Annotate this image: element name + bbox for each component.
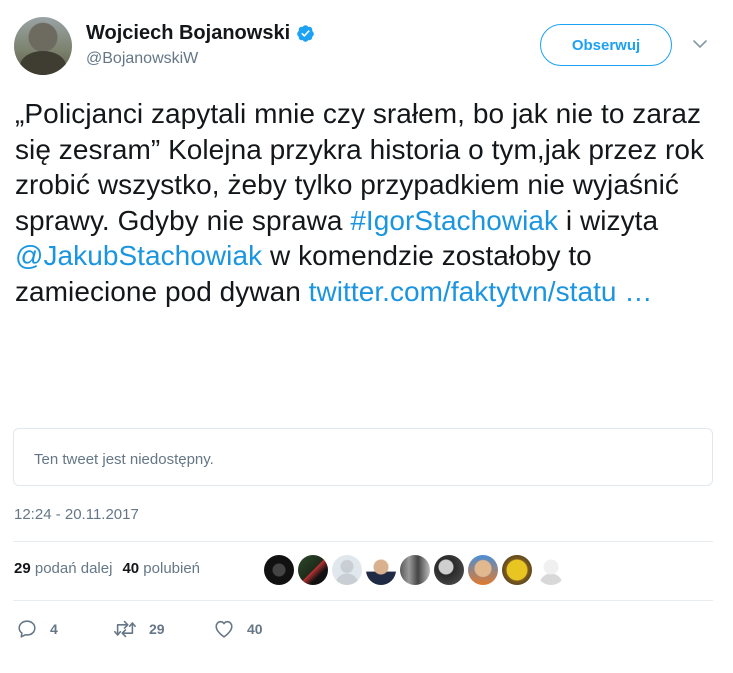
follow-button[interactable]: Obserwuj bbox=[540, 24, 672, 66]
chevron-down-icon[interactable] bbox=[692, 36, 708, 52]
likes-label: polubień bbox=[143, 560, 201, 577]
divider bbox=[13, 541, 713, 542]
url-link[interactable]: twitter.com/faktytvn/statu … bbox=[309, 276, 653, 307]
tweet-timestamp[interactable]: 12:24 - 20.11.2017 bbox=[14, 506, 139, 523]
retweet-icon[interactable] bbox=[113, 618, 137, 640]
author-display-name[interactable]: Wojciech Bojanowski bbox=[86, 20, 315, 46]
author-name-block: Wojciech Bojanowski @BojanowskiW bbox=[86, 20, 315, 69]
liker-avatar[interactable] bbox=[502, 555, 532, 585]
liker-avatar[interactable] bbox=[434, 555, 464, 585]
like-action[interactable]: 40 bbox=[213, 618, 263, 640]
tweet-header: Wojciech Bojanowski @BojanowskiW Obserwu… bbox=[14, 17, 719, 77]
retweet-action[interactable]: 29 bbox=[113, 618, 213, 640]
liker-avatar[interactable] bbox=[332, 555, 362, 585]
quoted-tweet-unavailable-text: Ten tweet jest niedostępny. bbox=[34, 451, 214, 468]
reply-action[interactable]: 4 bbox=[16, 618, 113, 640]
divider bbox=[13, 600, 713, 601]
mention-link[interactable]: @JakubStachowiak bbox=[15, 240, 262, 271]
reply-count: 4 bbox=[50, 621, 58, 637]
likes-stat[interactable]: 40 polubień bbox=[122, 560, 200, 577]
like-count: 40 bbox=[247, 621, 263, 637]
liker-avatar[interactable] bbox=[264, 555, 294, 585]
heart-icon[interactable] bbox=[213, 618, 235, 640]
likes-count: 40 bbox=[122, 560, 140, 577]
tweet-text-part: i wizyta bbox=[558, 204, 659, 236]
reply-icon[interactable] bbox=[16, 618, 38, 640]
likers-avatars bbox=[264, 555, 566, 585]
author-avatar[interactable] bbox=[14, 17, 72, 75]
hashtag-link[interactable]: #IgorStachowiak bbox=[350, 205, 558, 236]
retweets-label: podań dalej bbox=[34, 560, 113, 577]
retweet-count: 29 bbox=[149, 621, 165, 637]
liker-avatar[interactable] bbox=[468, 555, 498, 585]
author-display-name-text[interactable]: Wojciech Bojanowski bbox=[86, 20, 290, 46]
tweet-stats: 29 podań dalej 40 polubień bbox=[14, 560, 200, 577]
liker-avatar[interactable] bbox=[536, 555, 566, 585]
retweets-stat[interactable]: 29 podań dalej bbox=[14, 560, 112, 577]
liker-avatar[interactable] bbox=[366, 555, 396, 585]
retweets-count: 29 bbox=[14, 560, 31, 577]
quoted-tweet-card[interactable]: Ten tweet jest niedostępny. bbox=[13, 428, 713, 486]
liker-avatar[interactable] bbox=[400, 555, 430, 585]
author-handle[interactable]: @BojanowskiW bbox=[86, 49, 315, 69]
liker-avatar[interactable] bbox=[298, 555, 328, 585]
verified-badge-icon bbox=[297, 24, 314, 42]
tweet-actions: 4 29 40 bbox=[16, 618, 263, 640]
tweet-text: „Policjanci zapytali mnie czy srałem, bo… bbox=[15, 96, 723, 310]
